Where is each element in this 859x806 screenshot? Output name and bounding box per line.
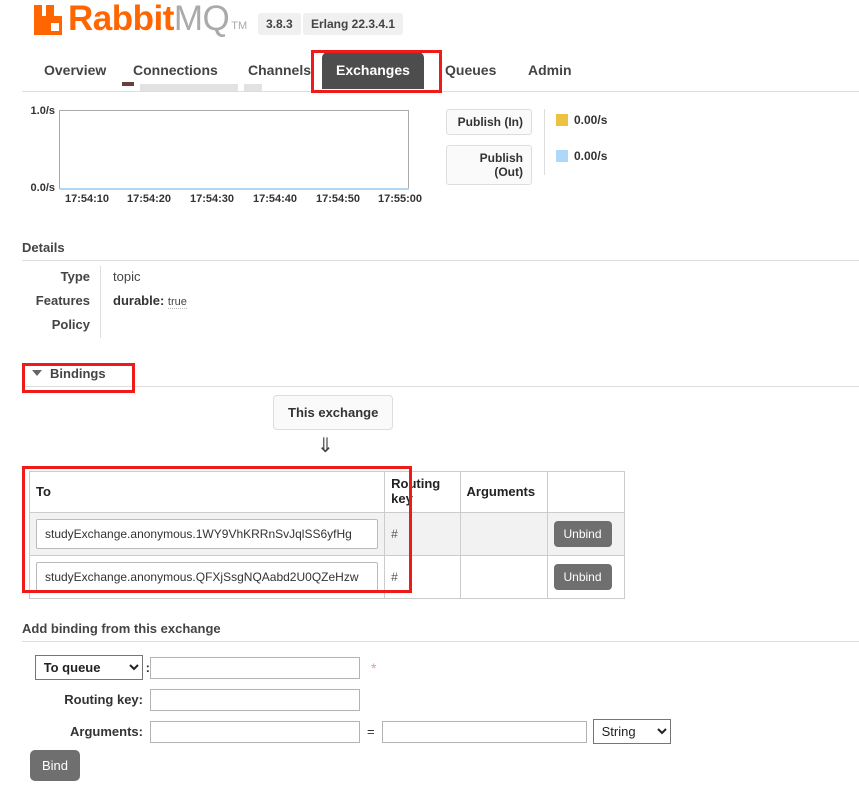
column-header-actions [546, 471, 625, 513]
add-binding-section-heading: Add binding from this exchange [22, 621, 859, 642]
this-exchange-button[interactable]: This exchange [273, 395, 394, 430]
chart-x-tick-3: 17:54:40 [253, 193, 298, 205]
binding-action-cell: Unbind [546, 512, 625, 556]
binding-queue-link[interactable]: studyExchange.anonymous.1WY9VhKRRnSvJqlS… [36, 519, 379, 549]
chart-series-baseline [60, 188, 409, 190]
detail-row-features: Features durable: true [22, 290, 422, 314]
binding-routing-key-value: # [391, 570, 398, 584]
routing-key-label: Routing key: [64, 692, 143, 707]
form-row-arguments: Arguments: = String Number Boolean List [22, 716, 722, 747]
binding-routing-key-value: # [391, 527, 398, 541]
form-row-routing-key: Routing key: [22, 684, 722, 715]
table-row: studyExchange.anonymous.QFXjSsgNQAabd2U0… [28, 555, 625, 599]
details-table: Type topic Features durable: true Policy [22, 266, 422, 338]
binding-routing-key-cell: # [384, 555, 461, 599]
legend-rate-publish-in-value: 0.00/s [574, 113, 608, 127]
detail-value-policy [100, 314, 422, 338]
nav-divider [22, 91, 859, 92]
logo-trademark: TM [231, 20, 248, 32]
rabbitmq-logo[interactable]: RabbitMQ TM [32, 1, 247, 37]
chevron-down-icon[interactable] [32, 370, 42, 376]
argument-key-input[interactable] [150, 720, 360, 743]
logo-text-rabbit: Rabbit [68, 0, 174, 38]
chart-x-tick-0: 17:54:10 [65, 193, 110, 205]
legend-toggle-publish-out[interactable]: Publish (Out) [446, 145, 532, 185]
feature-value-durable: true [167, 296, 187, 309]
detail-label-features: Features [35, 293, 90, 308]
legend-divider [544, 109, 545, 175]
bindings-heading-label: Bindings [50, 366, 106, 381]
legend-rate-publish-out-value: 0.00/s [574, 149, 608, 163]
detail-value-type: topic [100, 266, 422, 290]
arguments-label: Arguments: [70, 724, 143, 739]
legend-swatch-publish-out [556, 150, 568, 162]
bindings-table-header-row: To Routing key Arguments [28, 471, 625, 513]
app-header: RabbitMQ TM 3.8.3 Erlang 22.3.4.1 [0, 0, 859, 46]
chart-legend: Publish (In) Publish (Out) 0.00/s 0.00/s [446, 109, 626, 185]
add-binding-form: To queue To exchange : * Routing key: Ar… [22, 652, 722, 748]
chart-x-tick-4: 17:54:50 [316, 193, 361, 205]
argument-type-select[interactable]: String Number Boolean List [592, 719, 671, 744]
details-section-heading: Details [22, 240, 859, 261]
required-marker: * [371, 659, 377, 676]
legend-swatch-publish-in [556, 114, 568, 126]
argument-value-input[interactable] [381, 720, 587, 743]
chart-plot-area [59, 110, 409, 189]
binding-queue-link[interactable]: studyExchange.anonymous.QFXjSsgNQAabd2U0… [36, 562, 379, 592]
binding-action-cell: Unbind [546, 555, 625, 599]
chart-x-tick-1: 17:54:20 [127, 193, 172, 205]
destination-type-select[interactable]: To queue To exchange [34, 655, 143, 680]
legend-rate-publish-out: 0.00/s [556, 149, 607, 163]
destination-input[interactable] [150, 656, 360, 679]
column-header-arguments: Arguments [459, 471, 548, 513]
table-row: studyExchange.anonymous.1WY9VhKRRnSvJqlS… [28, 512, 625, 556]
destination-colon: : [145, 660, 150, 675]
flow-down-arrow-icon: ⇓ [317, 435, 334, 457]
routing-key-input[interactable] [150, 688, 360, 711]
bindings-section-heading[interactable]: Bindings [22, 366, 859, 387]
bindings-table: To Routing key Arguments studyExchange.a… [28, 471, 625, 599]
bind-button[interactable]: Bind [30, 750, 81, 781]
logo-wordmark: RabbitMQ [68, 0, 230, 38]
form-row-destination: To queue To exchange : * [22, 652, 722, 683]
detail-label-policy: Policy [51, 317, 90, 332]
binding-routing-key-cell: # [384, 512, 461, 556]
detail-label-type: Type [60, 269, 90, 284]
detail-row-type: Type topic [22, 266, 422, 290]
binding-arguments-cell [459, 512, 548, 556]
detail-row-policy: Policy [22, 314, 422, 338]
column-header-to: To [28, 471, 386, 513]
detail-value-features: durable: true [100, 290, 422, 314]
legend-toggle-publish-in[interactable]: Publish (In) [446, 109, 532, 135]
rabbitmq-logo-icon [32, 3, 66, 37]
unbind-button[interactable]: Unbind [553, 564, 612, 590]
binding-arguments-cell [459, 555, 548, 599]
feature-key-durable: durable: [113, 293, 165, 308]
binding-destination-cell: studyExchange.anonymous.1WY9VhKRRnSvJqlS… [28, 512, 386, 556]
column-header-routing-key: Routing key [384, 471, 461, 513]
legend-rate-publish-in: 0.00/s [556, 113, 607, 127]
unbind-button[interactable]: Unbind [553, 521, 612, 547]
chart-x-tick-2: 17:54:30 [190, 193, 235, 205]
version-badge: 3.8.3 [258, 13, 301, 35]
logo-text-mq: MQ [173, 0, 230, 38]
chart-x-axis: 17:54:10 17:54:20 17:54:30 17:54:40 17:5… [35, 193, 435, 209]
chart-y-tick-max: 1.0/s [30, 105, 55, 117]
chart-x-tick-5: 17:55:00 [378, 193, 423, 205]
destination-type-cell: To queue To exchange : [22, 655, 150, 680]
scrolled-content-strip [22, 82, 859, 91]
equals-sign: = [367, 724, 375, 739]
binding-destination-cell: studyExchange.anonymous.QFXjSsgNQAabd2U0… [28, 555, 386, 599]
erlang-version-badge: Erlang 22.3.4.1 [303, 13, 404, 35]
